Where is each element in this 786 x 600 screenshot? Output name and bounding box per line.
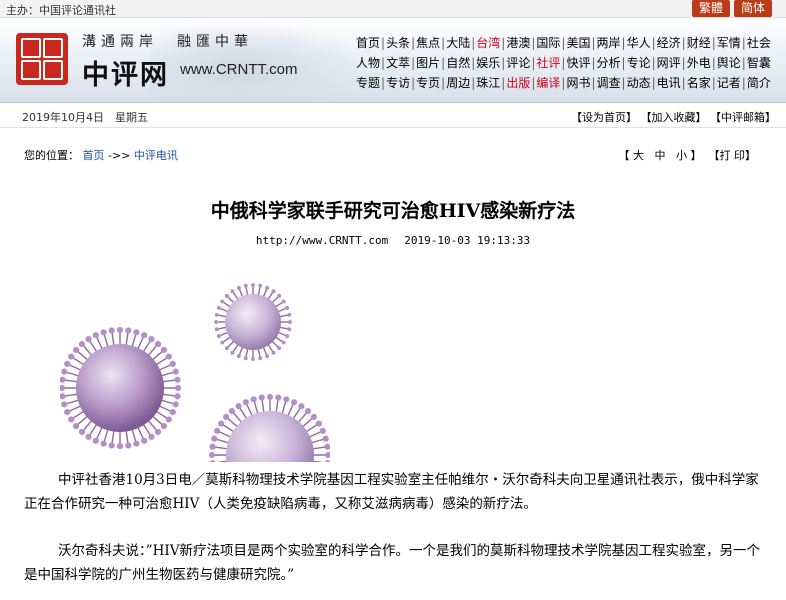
nav-item[interactable]: 调查 xyxy=(597,76,621,90)
nav-item[interactable]: 智囊 xyxy=(747,56,771,70)
date-bar: 2019年10月4日 星期五 【设为首页】 【加入收藏】 【中评邮箱】 xyxy=(0,104,786,128)
nav-item[interactable]: 编译 xyxy=(536,76,560,90)
font-large-button[interactable]: 大 xyxy=(633,149,644,162)
nav-item[interactable]: 动态 xyxy=(627,76,651,90)
article-paragraph-1: 中评社香港10月3日电／莫斯科物理技术学院基因工程实验室主任帕维尔・沃尔奇科夫向… xyxy=(24,472,759,512)
site-brand[interactable]: 中评网 xyxy=(82,53,169,92)
font-medium-button[interactable]: 中 xyxy=(655,149,666,162)
nav-item[interactable]: 记者 xyxy=(717,76,741,90)
nav-item[interactable]: 国际 xyxy=(536,36,560,50)
nav-item[interactable]: 社会 xyxy=(747,36,771,50)
font-size-open-bracket: 【 xyxy=(618,149,630,162)
article-meta: http://www.CRNTT.com 2019-10-03 19:13:33 xyxy=(0,234,786,247)
nav-item[interactable]: 财经 xyxy=(687,36,711,50)
simplified-chinese-button[interactable]: 简体 xyxy=(734,0,772,17)
nav-item[interactable]: 专页 xyxy=(416,76,440,90)
nav-row-1: 首页|头条|焦点|大陆|台湾|港澳|国际|美国|两岸|华人|经济|财经|军情|社… xyxy=(356,33,784,53)
nav-item[interactable]: 外电 xyxy=(687,56,711,70)
nav-item[interactable]: 台湾 xyxy=(476,36,500,50)
nav-item[interactable]: 评论 xyxy=(506,56,530,70)
nav-item[interactable]: 简介 xyxy=(747,76,771,90)
nav-row-2: 人物|文萃|图片|自然|娱乐|评论|社评|快评|分析|专论|网评|外电|舆论|智… xyxy=(356,53,784,73)
nav-item[interactable]: 电讯 xyxy=(657,76,681,90)
nav-item[interactable]: 分析 xyxy=(597,56,621,70)
nav-item[interactable]: 专论 xyxy=(627,56,651,70)
traditional-chinese-button[interactable]: 繁體 xyxy=(692,0,730,17)
nav-item[interactable]: 港澳 xyxy=(506,36,530,50)
nav-item[interactable]: 网评 xyxy=(657,56,681,70)
print-button[interactable]: 【打 印】 xyxy=(709,149,757,162)
site-header: 溝通兩岸 融匯中華 中评网 www.CRNTT.com 首页|头条|焦点|大陆|… xyxy=(0,19,786,103)
top-bar: 主办：中国评论通讯社 繁體 简体 xyxy=(0,0,786,18)
breadcrumb-arrow: ->> xyxy=(108,149,134,162)
site-links: 【设为首页】 【加入收藏】 【中评邮箱】 xyxy=(571,109,776,125)
nav-item[interactable]: 首页 xyxy=(356,36,380,50)
nav-row-3: 专题|专访|专页|周边|珠江|出版|编译|网书|调查|动态|电讯|名家|记者|简… xyxy=(356,73,784,93)
nav-item[interactable]: 华人 xyxy=(627,36,651,50)
nav-item[interactable]: 珠江 xyxy=(476,76,500,90)
nav-item[interactable]: 专访 xyxy=(386,76,410,90)
host-text: 主办：中国评论通讯社 xyxy=(6,4,116,17)
font-size-close-bracket: 】 xyxy=(690,149,702,162)
nav-item[interactable]: 周边 xyxy=(446,76,470,90)
nav-item[interactable]: 专题 xyxy=(356,76,380,90)
set-home-link[interactable]: 【设为首页】 xyxy=(571,111,637,124)
article-title: 中俄科学家联手研究可治愈HIV感染新疗法 xyxy=(210,200,576,222)
breadcrumb-prefix: 您的位置： xyxy=(24,149,79,162)
nav-item[interactable]: 大陆 xyxy=(446,36,470,50)
nav-item[interactable]: 经济 xyxy=(657,36,681,50)
nav-item[interactable]: 两岸 xyxy=(597,36,621,50)
nav-item[interactable]: 军情 xyxy=(717,36,741,50)
nav-item[interactable]: 焦点 xyxy=(416,36,440,50)
nav-item[interactable]: 人物 xyxy=(356,56,380,70)
nav-item[interactable]: 文萃 xyxy=(386,56,410,70)
add-favorite-link[interactable]: 【加入收藏】 xyxy=(641,111,707,124)
font-small-button[interactable]: 小 xyxy=(676,149,687,162)
nav-item[interactable]: 社评 xyxy=(536,56,560,70)
nav-item[interactable]: 网书 xyxy=(566,76,590,90)
breadcrumb-section[interactable]: 中评电讯 xyxy=(134,149,178,162)
nav-item[interactable]: 名家 xyxy=(687,76,711,90)
nav-item[interactable]: 美国 xyxy=(566,36,590,50)
site-url: www.CRNTT.com xyxy=(180,61,298,78)
article-timestamp: 2019-10-03 19:13:33 xyxy=(404,234,531,247)
nav-item[interactable]: 图片 xyxy=(416,56,440,70)
article-source-url: http://www.CRNTT.com xyxy=(255,234,389,247)
nav-item[interactable]: 自然 xyxy=(446,56,470,70)
nav-item[interactable]: 出版 xyxy=(506,76,530,90)
site-logo-seal[interactable] xyxy=(16,33,68,85)
current-date: 2019年10月4日 星期五 xyxy=(22,111,148,124)
article-paragraph-2: 沃尔奇科夫说：”HIV新疗法项目是两个实验室的科学合作。一个是我们的莫斯科物理技… xyxy=(24,543,761,583)
virus-illustration-icon xyxy=(60,283,330,462)
site-slogan: 溝通兩岸 融匯中華 xyxy=(82,34,253,50)
breadcrumb-home[interactable]: 首页 xyxy=(83,149,105,162)
breadcrumb: 您的位置： 首页 ->> 中评电讯 xyxy=(24,147,178,163)
main-nav: 首页|头条|焦点|大陆|台湾|港澳|国际|美国|两岸|华人|经济|财经|军情|社… xyxy=(356,33,784,93)
article-tools: 【 大 中 小 】 【打 印】 xyxy=(619,147,757,163)
nav-item[interactable]: 舆论 xyxy=(717,56,741,70)
nav-item[interactable]: 头条 xyxy=(386,36,410,50)
mailbox-link[interactable]: 【中评邮箱】 xyxy=(710,111,776,124)
article-image xyxy=(60,280,330,462)
nav-item[interactable]: 娱乐 xyxy=(476,56,500,70)
nav-item[interactable]: 快评 xyxy=(566,56,590,70)
